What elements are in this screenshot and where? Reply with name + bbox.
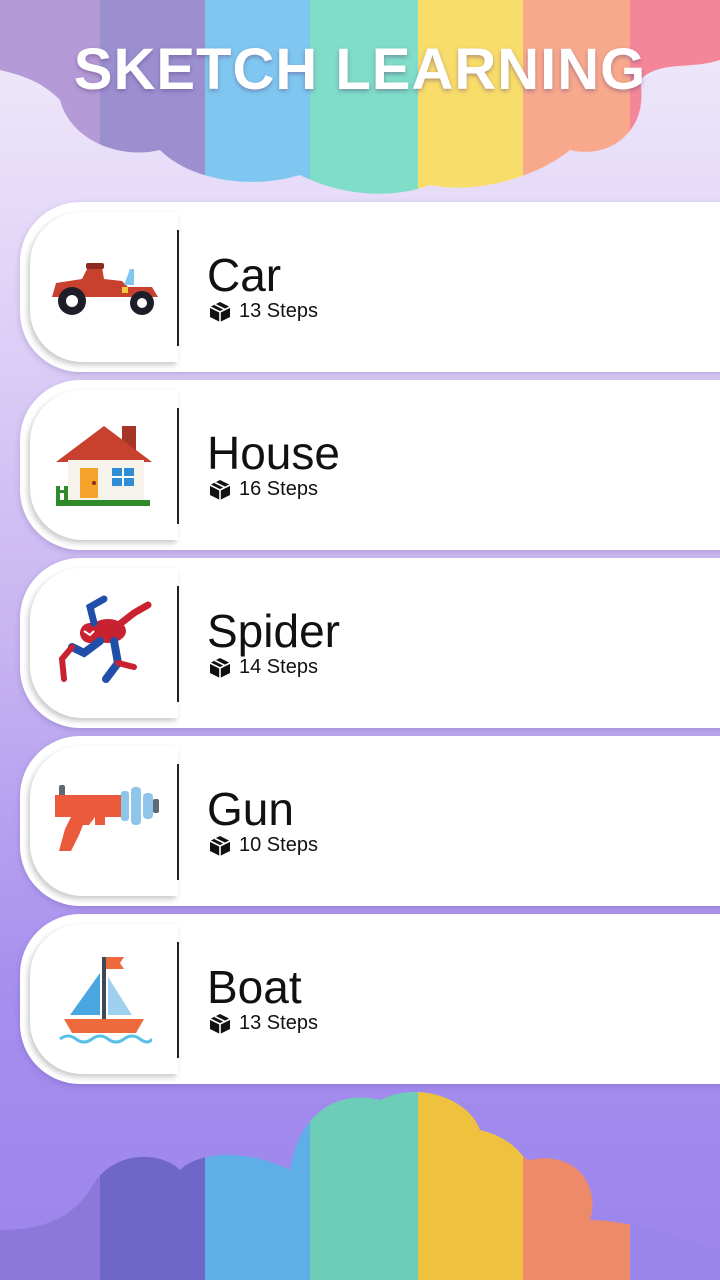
lesson-title: Spider [207,605,340,657]
app-title: SKETCH LEARNING [73,37,647,102]
divider [177,942,179,1058]
box-icon [209,479,231,500]
lesson-card-house[interactable]: House 16 Steps [20,380,720,550]
lesson-steps: 14 Steps [209,656,318,679]
lesson-card-gun[interactable]: Gun 10 Steps [20,736,720,906]
divider [177,586,179,702]
water-gun-icon [55,785,159,851]
lesson-card-boat[interactable]: Boat 13 Steps [20,914,720,1084]
box-icon [209,835,231,856]
steps-count: 13 Steps [239,1012,318,1034]
lesson-thumbnail [30,390,178,540]
lesson-steps: 16 Steps [209,478,318,501]
steps-count: 13 Steps [239,300,318,322]
divider [177,764,179,880]
divider [177,230,179,346]
lesson-thumbnail [30,212,178,362]
box-icon [209,657,231,678]
steps-count: 10 Steps [239,834,318,856]
car-icon [52,263,158,315]
footer-decoration [0,1091,720,1280]
lesson-title: House [207,427,340,479]
lesson-card-spider[interactable]: Spider 14 Steps [20,558,720,728]
steps-count: 16 Steps [239,478,318,500]
lesson-thumbnail [30,746,178,896]
sailboat-icon [59,957,152,1044]
divider [177,408,179,524]
lesson-card-car[interactable]: Car 13 Steps [20,202,720,372]
spiderman-icon [58,595,152,683]
steps-count: 14 Steps [239,656,318,678]
lesson-steps: 13 Steps [209,1012,318,1035]
lesson-title: Boat [207,961,302,1013]
house-icon [56,426,152,506]
lesson-steps: 13 Steps [209,300,318,323]
lesson-thumbnail [30,568,178,718]
box-icon [209,301,231,322]
lesson-thumbnail [30,924,178,1074]
lesson-title: Car [207,249,282,301]
lesson-steps: 10 Steps [209,834,318,857]
box-icon [209,1013,231,1034]
lesson-title: Gun [207,783,294,835]
